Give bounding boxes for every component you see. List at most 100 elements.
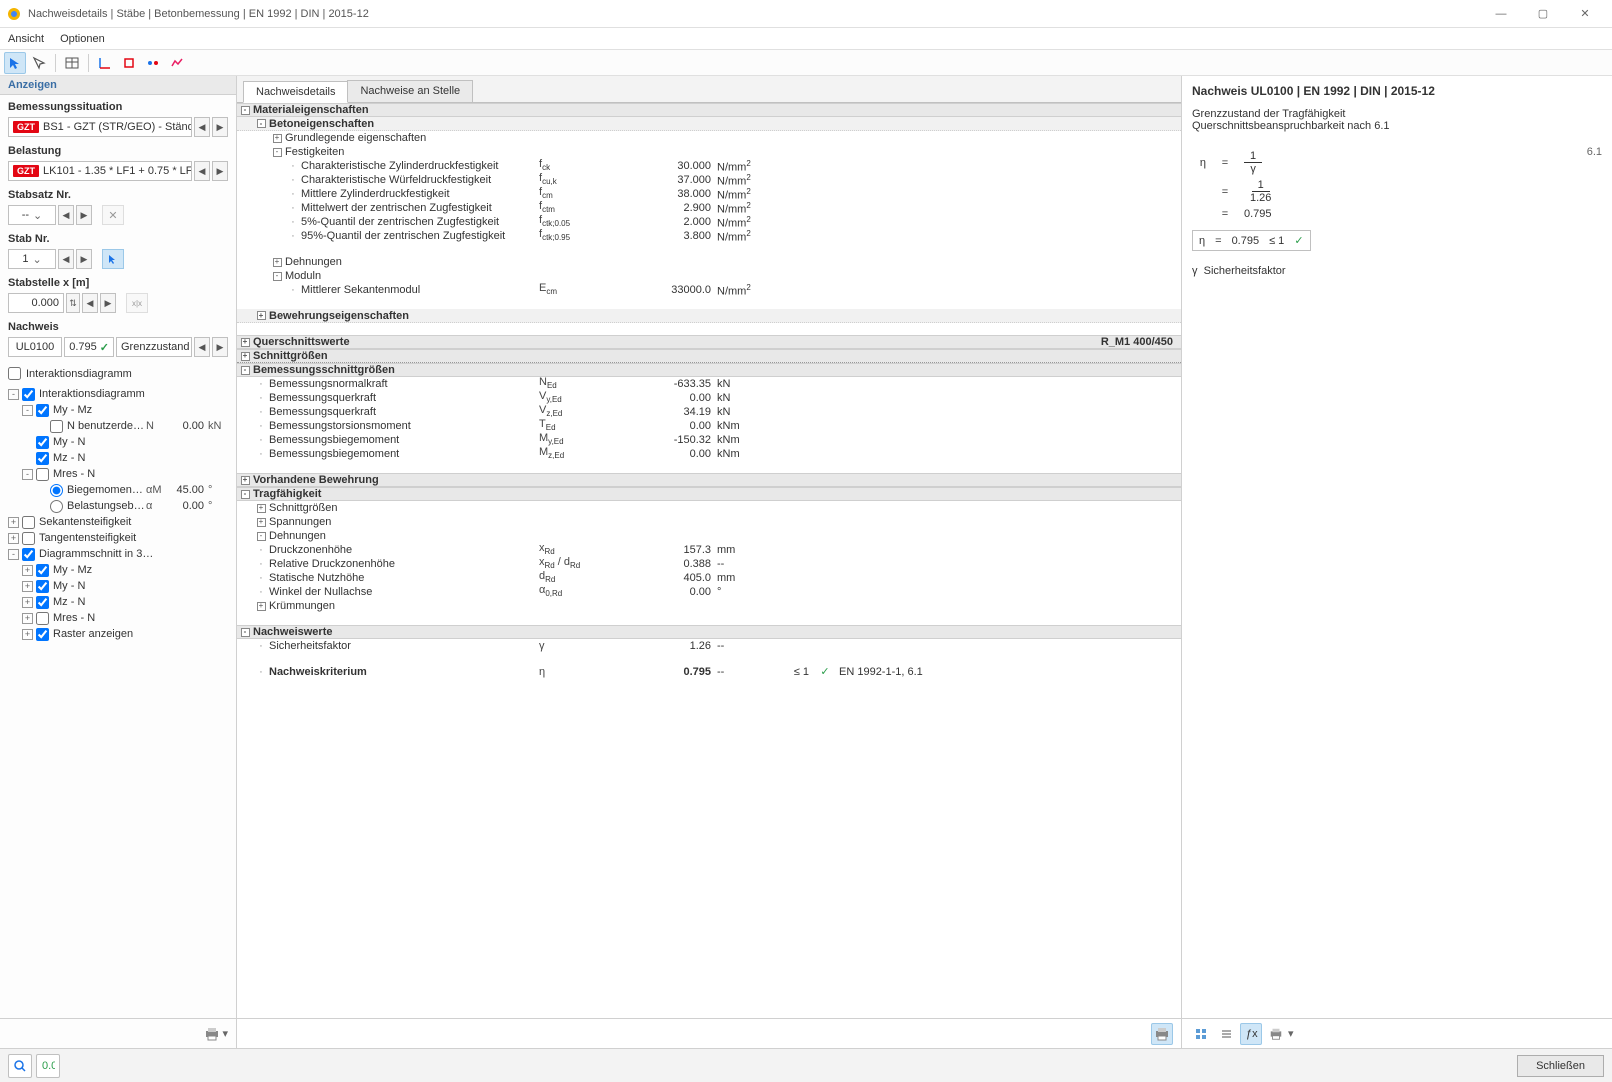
tree-node[interactable]: +My - N (8, 578, 228, 594)
prev-button[interactable]: ◀ (58, 249, 74, 269)
grid-row[interactable]: -Moduln (237, 269, 1181, 283)
grid-row[interactable]: +Bewehrungseigenschaften (237, 309, 1181, 323)
grid-row[interactable]: -Bemessungsschnittgrößen (237, 363, 1181, 377)
grid-row[interactable]: +Krümmungen (237, 599, 1181, 613)
grid-row[interactable]: -Materialeigenschaften (237, 103, 1181, 117)
tree-node[interactable]: +Sekantensteifigkeit (8, 514, 228, 530)
grid-row[interactable]: +Grundlegende eigenschaften (237, 131, 1181, 145)
tree-node[interactable]: -Diagrammschnitt in 3… (8, 546, 228, 562)
tool-pointer-icon[interactable] (28, 52, 50, 74)
grid-row[interactable]: -Betoneigenschaften (237, 117, 1181, 131)
tab-at-location[interactable]: Nachweise an Stelle (347, 80, 473, 102)
prev-button[interactable]: ◀ (194, 161, 210, 181)
tree-node[interactable]: +Raster anzeigen (8, 626, 228, 642)
grid-row[interactable]: -Dehnungen (237, 529, 1181, 543)
tool-section-icon[interactable] (118, 52, 140, 74)
spin-up-down[interactable]: ⇅ (66, 293, 80, 313)
print-icon[interactable] (1151, 1023, 1173, 1045)
check-ratio: 0.795 ✓ (64, 337, 114, 357)
view-icon[interactable] (1190, 1023, 1212, 1045)
grid-row[interactable]: -Nachweiswerte (237, 625, 1181, 639)
prev-button[interactable]: ◀ (194, 117, 210, 137)
minimize-button[interactable]: ― (1480, 1, 1522, 27)
memberset-label: Stabsatz Nr. (8, 189, 228, 201)
tabs: Nachweisdetails Nachweise an Stelle (237, 76, 1181, 103)
equation-row: η= 1γ (1192, 150, 1311, 175)
prev-button[interactable]: ◀ (58, 205, 74, 225)
interaction-checkbox[interactable]: Interaktionsdiagramm (8, 367, 228, 380)
grid-row[interactable]: +Vorhandene Bewehrung (237, 473, 1181, 487)
tree-node[interactable]: +Mres - N (8, 610, 228, 626)
grid-row[interactable]: +Schnittgrößen (237, 349, 1181, 363)
next-button[interactable]: ▶ (76, 249, 92, 269)
x-extra-icon[interactable]: x|x (126, 293, 148, 313)
grid-row[interactable]: +Spannungen (237, 515, 1181, 529)
pick-member-icon[interactable] (102, 249, 124, 269)
tool-select-icon[interactable] (4, 52, 26, 74)
detail-grid: -Materialeigenschaften-Betoneigenschafte… (237, 103, 1181, 1018)
pick-icon[interactable]: ✕ (102, 205, 124, 225)
tool-rebar-icon[interactable] (142, 52, 164, 74)
formula-icon[interactable]: ƒx (1240, 1023, 1262, 1045)
grid-row[interactable]: +Schnittgrößen (237, 501, 1181, 515)
grid-row[interactable]: -Tragfähigkeit (237, 487, 1181, 501)
grid-row: ·BemessungsquerkraftVz,Ed34.19kN (237, 405, 1181, 419)
app-icon (6, 6, 22, 22)
x-input[interactable]: 0.000 (8, 293, 64, 313)
member-select[interactable]: 1 ⌄ (8, 249, 56, 269)
next-button[interactable]: ▶ (76, 205, 92, 225)
situation-label: Bemessungssituation (8, 101, 228, 113)
situation-select[interactable]: GZT BS1 - GZT (STR/GEO) - Ständig … ⌄ (8, 117, 192, 137)
prev-button[interactable]: ◀ (194, 337, 210, 357)
load-select[interactable]: GZT LK101 - 1.35 * LF1 + 0.75 * LF2 +… ⌄ (8, 161, 192, 181)
next-button[interactable]: ▶ (212, 337, 228, 357)
tree-node[interactable]: +My - Mz (8, 562, 228, 578)
grid-row[interactable]: -Festigkeiten (237, 145, 1181, 159)
close-button[interactable]: Schließen (1517, 1055, 1604, 1077)
prev-button[interactable]: ◀ (82, 293, 98, 313)
left-panel: Anzeigen Bemessungssituation GZT BS1 - G… (0, 76, 237, 1048)
memberset-select[interactable]: -- ⌄ (8, 205, 56, 225)
tree-node[interactable]: -My - Mz (8, 402, 228, 418)
load-label: Belastung (8, 145, 228, 157)
tree-node[interactable]: Belastungseb…α0.00° (8, 498, 228, 514)
tree-node[interactable]: N benutzerdef…N0.00kN (8, 418, 228, 434)
print-dropdown-icon[interactable]: ▾ (1288, 1027, 1294, 1040)
tree-node[interactable]: -Interaktionsdiagramm (8, 386, 228, 402)
maximize-button[interactable]: ▢ (1522, 1, 1564, 27)
tree-node[interactable]: +Mz - N (8, 594, 228, 610)
tool-graph-icon[interactable] (166, 52, 188, 74)
tool-table-icon[interactable] (61, 52, 83, 74)
grid-row: ·Sicherheitsfaktorγ1.26-- (237, 639, 1181, 653)
next-button[interactable]: ▶ (212, 161, 228, 181)
grid-row[interactable]: +Dehnungen (237, 255, 1181, 269)
list-icon[interactable] (1215, 1023, 1237, 1045)
print-icon[interactable] (1265, 1023, 1287, 1045)
tree-node[interactable]: Mz - N (8, 450, 228, 466)
tab-details[interactable]: Nachweisdetails (243, 81, 348, 103)
svg-text:ƒx: ƒx (1246, 1028, 1258, 1040)
grid-row: ·BemessungsbiegemomentMy,Ed-150.32kNm (237, 433, 1181, 447)
left-panel-header: Anzeigen (0, 76, 236, 95)
grid-row: ·Relative DruckzonenhöhexRd / dRd0.388-- (237, 557, 1181, 571)
center-panel: Nachweisdetails Nachweise an Stelle -Mat… (237, 76, 1182, 1048)
tool-axis-icon[interactable] (94, 52, 116, 74)
tree-node[interactable]: My - N (8, 434, 228, 450)
next-button[interactable]: ▶ (212, 117, 228, 137)
close-window-button[interactable]: ✕ (1564, 1, 1606, 27)
tree-node[interactable]: Biegemomen…αM45.00° (8, 482, 228, 498)
grid-row[interactable]: +QuerschnittswerteR_M1 400/450 (237, 335, 1181, 349)
tree-node[interactable]: -Mres - N (8, 466, 228, 482)
print-icon[interactable] (204, 1027, 220, 1041)
menu-options[interactable]: Optionen (60, 33, 105, 45)
next-button[interactable]: ▶ (100, 293, 116, 313)
tree-node[interactable]: +Tangentensteifigkeit (8, 530, 228, 546)
grid-row: ·Mittelwert der zentrischen Zugfestigkei… (237, 201, 1181, 215)
units-icon[interactable]: 0.00 (36, 1054, 60, 1078)
grid-row: ·Mittlere Zylinderdruckfestigkeitfcm38.0… (237, 187, 1181, 201)
check-desc-select[interactable]: Grenzzustand …⌄ (116, 337, 192, 357)
print-dropdown-icon[interactable]: ▾ (222, 1027, 228, 1040)
menu-view[interactable]: Ansicht (8, 33, 44, 45)
search-icon[interactable] (8, 1054, 32, 1078)
member-label: Stab Nr. (8, 233, 228, 245)
